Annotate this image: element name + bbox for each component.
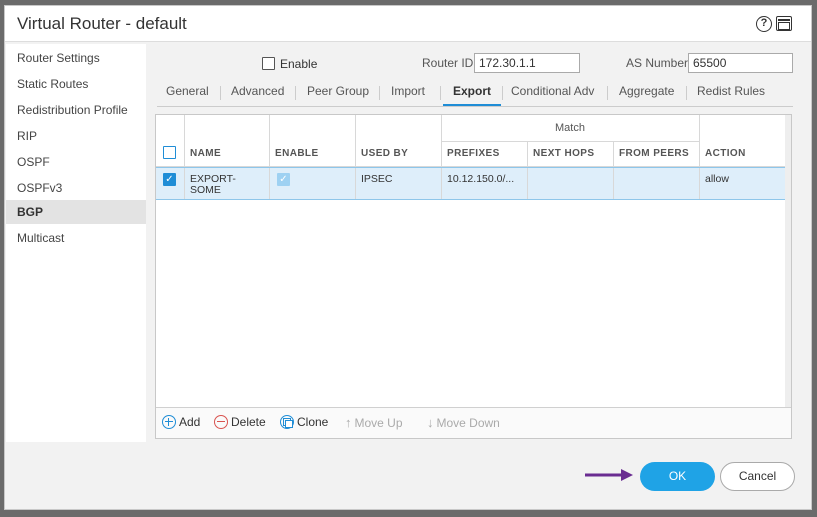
arrow-down-icon: ↓ — [427, 415, 434, 430]
clone-icon — [280, 415, 294, 429]
tab-separator — [220, 86, 221, 100]
sidebar-item-router-settings[interactable]: Router Settings — [6, 46, 146, 70]
tab-peer-group[interactable]: Peer Group — [307, 84, 369, 106]
clone-label: Clone — [297, 415, 329, 429]
dialog-titlebar: Virtual Router - default ? — [5, 6, 811, 42]
move-up-label: Move Up — [354, 415, 403, 430]
router-id-input[interactable] — [474, 53, 580, 73]
tab-advanced[interactable]: Advanced — [231, 84, 284, 106]
delete-icon — [214, 415, 228, 429]
tab-general[interactable]: General — [166, 84, 209, 106]
column-divider — [699, 168, 700, 199]
enable-label: Enable — [280, 57, 318, 71]
column-divider — [441, 168, 442, 199]
add-button[interactable]: Add — [162, 415, 200, 429]
tab-aggregate[interactable]: Aggregate — [619, 84, 674, 106]
sidebar-item-rip[interactable]: RIP — [6, 124, 146, 148]
table-scrollbar[interactable] — [785, 115, 791, 407]
tab-import[interactable]: Import — [391, 84, 425, 106]
delete-button[interactable]: Delete — [214, 415, 266, 429]
sidebar-item-bgp[interactable]: BGP — [6, 200, 146, 224]
column-header-next-hops[interactable]: NEXT HOPS — [533, 148, 594, 159]
tab-conditional-adv[interactable]: Conditional Adv — [511, 84, 594, 106]
sidebar: Router Settings Static Routes Redistribu… — [6, 44, 146, 442]
router-id-label: Router ID — [422, 56, 474, 70]
tab-redist-rules[interactable]: Redist Rules — [697, 84, 765, 106]
row-name-line2[interactable]: SOME — [190, 184, 221, 196]
column-divider — [527, 141, 528, 167]
column-header-action[interactable]: ACTION — [705, 148, 746, 159]
export-rules-table: Match NAME ENABLE USED BY PREFIXES NEXT … — [155, 114, 792, 439]
column-divider — [184, 115, 185, 167]
delete-label: Delete — [231, 415, 266, 429]
arrow-up-icon: ↑ — [345, 415, 352, 430]
dialog-title: Virtual Router - default — [17, 14, 187, 33]
column-header-used-by[interactable]: USED BY — [361, 148, 408, 159]
table-row[interactable]: ✓ EXPORT- SOME ✓ IPSEC 10.12.150.0/... a… — [156, 167, 786, 200]
add-icon — [162, 415, 176, 429]
column-divider — [699, 115, 700, 167]
column-divider — [269, 168, 270, 199]
column-divider — [355, 168, 356, 199]
tab-separator — [607, 86, 608, 100]
row-select-checkbox[interactable]: ✓ — [163, 173, 176, 186]
sidebar-item-ospf[interactable]: OSPF — [6, 150, 146, 174]
column-header-prefixes[interactable]: PREFIXES — [447, 148, 500, 159]
help-icon[interactable]: ? — [756, 16, 772, 32]
virtual-router-dialog: Virtual Router - default ? Router Settin… — [4, 5, 812, 510]
clone-button[interactable]: Clone — [280, 415, 328, 429]
pointer-arrow-icon — [585, 469, 633, 481]
tab-separator — [686, 86, 687, 100]
move-down-label: Move Down — [436, 415, 500, 430]
row-prefixes: 10.12.150.0/... — [447, 173, 515, 185]
column-divider — [269, 115, 270, 167]
column-header-name[interactable]: NAME — [190, 148, 221, 159]
select-all-checkbox[interactable] — [163, 146, 176, 159]
column-divider — [527, 168, 528, 199]
bgp-tabs: General Advanced Peer Group Import Expor… — [157, 81, 793, 107]
match-group-divider — [441, 141, 699, 142]
sidebar-item-static-routes[interactable]: Static Routes — [6, 72, 146, 96]
ok-button[interactable]: OK — [640, 462, 715, 491]
add-label: Add — [179, 415, 201, 429]
match-group-header: Match — [555, 122, 585, 134]
row-enable-checkbox: ✓ — [277, 173, 290, 186]
column-header-enable[interactable]: ENABLE — [275, 148, 319, 159]
tab-separator — [379, 86, 380, 100]
column-header-from-peers[interactable]: FROM PEERS — [619, 148, 689, 159]
column-divider — [613, 141, 614, 167]
column-divider — [613, 168, 614, 199]
sidebar-item-multicast[interactable]: Multicast — [6, 226, 146, 250]
row-used-by: IPSEC — [361, 173, 393, 185]
tab-separator — [295, 86, 296, 100]
tab-separator — [502, 86, 503, 100]
tab-export[interactable]: Export — [443, 84, 501, 106]
tab-separator — [440, 86, 441, 100]
cancel-button[interactable]: Cancel — [720, 462, 795, 491]
enable-checkbox[interactable] — [262, 57, 275, 70]
maximize-icon[interactable] — [776, 16, 792, 31]
as-number-input[interactable] — [688, 53, 793, 73]
sidebar-item-redistribution-profile[interactable]: Redistribution Profile — [6, 98, 146, 122]
row-action: allow — [705, 173, 729, 185]
as-number-label: AS Number — [626, 56, 689, 70]
move-down-button[interactable]: ↓ Move Down — [427, 415, 500, 430]
sidebar-item-ospfv3[interactable]: OSPFv3 — [6, 176, 146, 200]
table-toolbar: Add Delete Clone ↑ Move Up ↓ Move Down — [156, 407, 791, 438]
move-up-button[interactable]: ↑ Move Up — [345, 415, 403, 430]
column-divider — [355, 115, 356, 167]
column-divider — [184, 168, 185, 199]
